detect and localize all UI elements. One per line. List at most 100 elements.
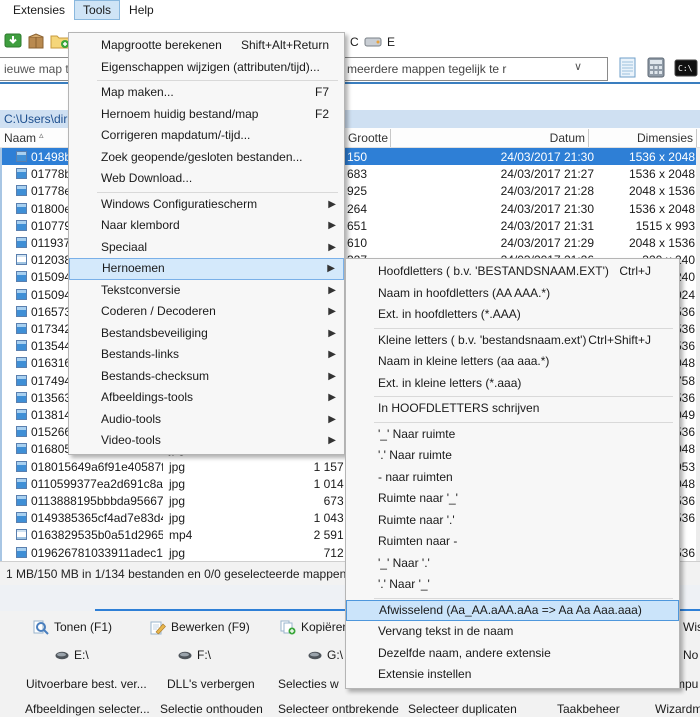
image-file-icon xyxy=(16,323,27,334)
menu-item[interactable]: '_' Naar '.' xyxy=(346,553,679,575)
menu-item[interactable]: Audio-tools ▶ xyxy=(69,409,344,431)
cell-name: 019626781033911adec16... xyxy=(31,545,163,560)
column-header-date[interactable]: Datum xyxy=(465,131,585,145)
menu-item[interactable]: Afwisselend (Aa_AA.aAA.aAa => Aa Aa Aaa.… xyxy=(346,599,679,621)
menu-item[interactable]: - naar ruimten xyxy=(346,467,679,489)
status-text: 1 MB/150 MB in 1/134 bestanden en 0/0 ge… xyxy=(6,567,347,581)
menu-item[interactable]: Web Download... xyxy=(69,168,344,190)
notepad-icon[interactable] xyxy=(618,57,638,78)
cell-dims: 2048 x 1536 xyxy=(628,236,695,250)
menu-item[interactable]: Map maken... F7 xyxy=(69,82,344,104)
action-button[interactable]: F:\ xyxy=(178,646,211,664)
menu-item-label: Naar klembord xyxy=(101,218,180,232)
submenu-arrow-icon: ▶ xyxy=(328,284,336,296)
column-header-dims[interactable]: Dimensies xyxy=(593,131,693,145)
image-file-icon xyxy=(16,271,27,283)
cell-dims: 2048 x 1536 xyxy=(628,184,695,199)
menu-item-label: Hernoemen xyxy=(102,261,165,275)
menu-item[interactable]: '.' Naar '_' xyxy=(346,574,679,596)
action-button[interactable]: Tonen (F1) xyxy=(33,618,112,636)
menu-tools[interactable]: Tools xyxy=(74,0,121,20)
action-button-label: G:\ xyxy=(327,648,344,662)
package-icon[interactable] xyxy=(27,32,45,49)
menu-item[interactable]: Ext. in kleine letters (*.aaa) xyxy=(346,373,679,395)
menu-item[interactable]: Afbeeldings-tools ▶ xyxy=(69,387,344,409)
menu-item[interactable]: Hoofdletters ( b.v. 'BESTANDSNAAM.EXT') C… xyxy=(346,261,679,283)
unpack-icon[interactable] xyxy=(4,32,22,49)
menu-item[interactable]: Bestands-checksum ▶ xyxy=(69,366,344,388)
action-button[interactable]: Selecteer duplicaten xyxy=(408,700,517,717)
action-button[interactable]: Bewerken (F9) xyxy=(150,618,250,636)
menu-item[interactable]: Corrigeren mapdatum/-tijd... xyxy=(69,125,344,147)
action-button[interactable]: Selecteer ontbrekende xyxy=(278,700,399,717)
menu-item[interactable]: Ruimte naar '_' xyxy=(346,488,679,510)
menu-item[interactable]: Naam in kleine letters (aa aaa.*) xyxy=(346,351,679,373)
cell-dims: 1515 x 993 xyxy=(635,218,695,233)
action-button[interactable]: Wizardmo xyxy=(655,700,700,717)
action-button[interactable]: G:\ xyxy=(308,646,343,664)
menu-shortcut: Ctrl+J xyxy=(619,264,651,278)
cell-ext: jpg xyxy=(169,459,186,474)
cmd-icon[interactable]: C:\ xyxy=(674,59,698,77)
menu-item-label: Speciaal xyxy=(101,239,148,254)
menu-item-label: Ruimte naar '.' xyxy=(378,512,455,527)
action-button[interactable]: Selectie onthouden xyxy=(160,700,263,717)
image-file-icon xyxy=(16,460,27,472)
menu-shortcut: Shift+Alt+Return xyxy=(240,38,329,52)
menu-item[interactable]: Tekstconversie ▶ xyxy=(69,280,344,302)
menu-item[interactable]: Eigenschappen wijzigen (attributen/tijd)… xyxy=(69,57,344,79)
menu-item-label: Naam in kleine letters (aa aaa.*) xyxy=(378,354,550,368)
action-button[interactable]: Uitvoerbare best. ver... xyxy=(26,675,147,693)
submenu-arrow-icon: ▶ xyxy=(328,220,336,231)
menu-item[interactable]: Naar klembord ▶ xyxy=(69,215,344,237)
menu-item-label: Hernoem huidig bestand/map xyxy=(101,106,259,121)
menu-item-label: Mapgrootte berekenen xyxy=(101,38,222,52)
menu-item[interactable]: Dezelfde naam, andere extensie xyxy=(346,643,679,665)
menu-item[interactable]: Extensie instellen xyxy=(346,664,679,686)
menu-item[interactable]: Hernoem huidig bestand/map F2 xyxy=(69,104,344,126)
menu-item[interactable]: Ruimte naar '.' xyxy=(346,510,679,532)
action-button[interactable]: Kopiëren xyxy=(280,618,349,636)
menu-help[interactable]: Help xyxy=(120,0,163,20)
menu-item[interactable]: Coderen / Decoderen ▶ xyxy=(69,301,344,323)
action-button-label: Wizardmo xyxy=(655,702,700,716)
menu-extensies[interactable]: Extensies xyxy=(4,0,74,20)
menu-item[interactable]: Hernoemen ▶ xyxy=(69,258,344,280)
menu-item[interactable]: Bestandsbeveiliging ▶ xyxy=(69,323,344,345)
menu-item[interactable]: Ext. in hoofdletters (*.AAA) xyxy=(346,304,679,326)
submenu-arrow-icon: ▶ xyxy=(328,392,336,403)
menu-item[interactable]: Kleine letters ( b.v. 'bestandsnaam.ext'… xyxy=(346,330,679,352)
menu-item[interactable]: In HOOFDLETTERS schrijven xyxy=(346,398,679,420)
drive-e-button[interactable]: E xyxy=(387,35,395,49)
action-button[interactable]: DLL's verbergen xyxy=(167,675,255,693)
chevron-down-icon[interactable]: ∨ xyxy=(574,60,582,73)
action-button[interactable]: Selecties w xyxy=(278,675,339,693)
menu-item[interactable]: Ruimten naar - xyxy=(346,531,679,553)
new-folder-icon[interactable] xyxy=(50,32,70,49)
menu-item[interactable]: '.' Naar ruimte xyxy=(346,445,679,467)
calculator-icon[interactable] xyxy=(646,57,666,78)
action-button[interactable]: E:\ xyxy=(55,646,89,664)
menu-item[interactable]: '_' Naar ruimte xyxy=(346,424,679,446)
action-button[interactable]: No xyxy=(683,646,698,664)
scrollbar[interactable] xyxy=(696,148,700,561)
drive-e-icon[interactable] xyxy=(364,36,382,48)
menu-item[interactable]: Naam in hoofdletters (AA AAA.*) xyxy=(346,283,679,305)
menu-item[interactable]: Mapgrootte berekenen Shift+Alt+Return xyxy=(69,35,344,57)
menu-item[interactable]: Bestands-links ▶ xyxy=(69,344,344,366)
menu-item[interactable]: Vervang tekst in de naam xyxy=(346,621,679,643)
drive-c-button[interactable]: C xyxy=(350,35,359,49)
action-button[interactable]: Wis xyxy=(683,618,700,636)
action-button[interactable]: Afbeeldingen selecter... xyxy=(25,700,150,717)
cell-ext: mp4 xyxy=(169,528,193,543)
menu-item[interactable]: Zoek geopende/gesloten bestanden... xyxy=(69,147,344,169)
new-folder-input-text-left: ieuwe map t xyxy=(4,62,69,76)
drive-icon xyxy=(308,651,322,660)
menu-item[interactable]: Speciaal ▶ xyxy=(69,237,344,259)
menu-item-label: Bestands-links xyxy=(101,347,180,361)
menu-item[interactable]: Video-tools ▶ xyxy=(69,430,344,452)
column-header-name[interactable]: Naam xyxy=(4,131,36,145)
menu-item[interactable]: Windows Configuratiescherm ▶ xyxy=(69,194,344,216)
cell-name: 0163829535b0a51d29653... xyxy=(31,528,163,543)
action-button[interactable]: Taakbeheer xyxy=(557,700,620,717)
